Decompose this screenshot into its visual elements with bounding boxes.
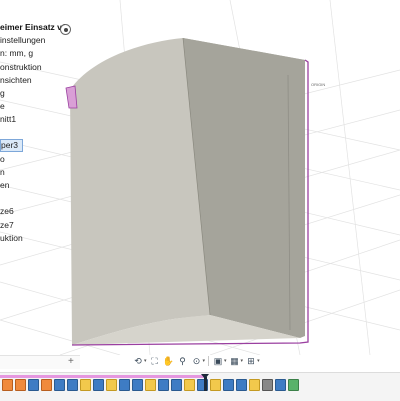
chevron-down-icon[interactable]: ▾ — [224, 358, 227, 364]
browser-item-selected[interactable]: per3 — [0, 138, 85, 153]
extrude-feature-icon[interactable] — [93, 379, 104, 391]
divider — [208, 356, 210, 366]
browser-item-label: ze7 — [0, 220, 14, 230]
extrude-feature-icon[interactable] — [275, 379, 286, 391]
browser-item-label: o — [0, 154, 5, 164]
browser-item-label: en — [0, 180, 10, 190]
sketch-feature-icon[interactable] — [41, 379, 52, 391]
extrude-feature-icon[interactable] — [171, 379, 182, 391]
orbit-icon[interactable]: ⟲ — [132, 355, 144, 367]
browser-item-label: nsichten — [0, 75, 32, 85]
extrude-feature-icon[interactable] — [28, 379, 39, 391]
viewports-icon[interactable]: ⊞ — [245, 355, 257, 367]
browser-item-label: n: mm, g — [0, 48, 34, 58]
browser-item-label: per3 — [0, 139, 24, 152]
browser-item[interactable]: n: mm, g — [0, 46, 85, 61]
shell-feature-icon[interactable] — [262, 379, 273, 391]
look-at-icon[interactable]: ⛶ — [149, 355, 161, 367]
add-comment-button[interactable]: + — [68, 356, 74, 368]
extrude-feature-icon[interactable] — [67, 379, 78, 391]
chevron-down-icon[interactable]: ▾ — [257, 358, 260, 364]
browser-item-label: uktion — [0, 233, 23, 243]
comments-panel: + — [0, 355, 80, 369]
sketch-feature-icon[interactable] — [184, 379, 195, 391]
sketch-feature-icon[interactable] — [2, 379, 13, 391]
sketch-feature-icon[interactable] — [210, 379, 221, 391]
sketch-feature-icon[interactable] — [80, 379, 91, 391]
display-style-icon[interactable]: ▣ — [212, 355, 224, 367]
browser-item[interactable]: uktion — [0, 231, 85, 246]
origin-label: ORIGIN — [311, 82, 326, 87]
sketch-feature-icon[interactable] — [15, 379, 26, 391]
timeline-marker[interactable] — [201, 374, 209, 391]
browser-item-label: ze6 — [0, 206, 14, 216]
navigation-bar: ⟲ ▾ ⛶ ✋ ⚲ ⊙ ▾ ▣ ▾ ▦ ▾ ⊞ ▾ — [132, 353, 260, 369]
sketch-feature-icon[interactable] — [249, 379, 260, 391]
extrude-feature-icon[interactable] — [236, 379, 247, 391]
browser-root-label: eimer Einsatz v1 — [0, 22, 67, 32]
canvas-viewport[interactable]: ORIGIN eimer Einsatz v1 instellungen n: … — [0, 0, 400, 355]
extrude-feature-icon[interactable] — [132, 379, 143, 391]
browser-item-label: nitt1 — [0, 114, 17, 124]
zoom-icon[interactable]: ⚲ — [177, 355, 189, 367]
sketch-feature-icon[interactable] — [145, 379, 156, 391]
browser-item-label: e — [0, 101, 5, 111]
extrude-feature-icon[interactable] — [223, 379, 234, 391]
browser-item[interactable]: ze6 — [0, 204, 85, 219]
fit-icon[interactable]: ⊙ — [191, 355, 203, 367]
browser-item-label: onstruktion — [0, 62, 42, 72]
sketch-feature-icon[interactable] — [106, 379, 117, 391]
chevron-down-icon[interactable]: ▾ — [144, 358, 147, 364]
timeline-selection-band — [0, 375, 206, 378]
grid-icon[interactable]: ▦ — [229, 355, 241, 367]
chevron-down-icon[interactable]: ▾ — [203, 358, 206, 364]
browser-item-label: instellungen — [0, 35, 46, 45]
fillet-feature-icon[interactable] — [288, 379, 299, 391]
browser-item-label: n — [0, 167, 5, 177]
browser-panel: eimer Einsatz v1 instellungen n: mm, g o… — [0, 20, 85, 252]
extrude-feature-icon[interactable] — [119, 379, 130, 391]
timeline-features — [2, 379, 299, 391]
browser-item-label: g — [0, 88, 5, 98]
chevron-down-icon[interactable]: ▾ — [241, 358, 244, 364]
pan-icon[interactable]: ✋ — [163, 355, 175, 367]
timeline — [0, 372, 400, 401]
extrude-feature-icon[interactable] — [54, 379, 65, 391]
extrude-feature-icon[interactable] — [158, 379, 169, 391]
